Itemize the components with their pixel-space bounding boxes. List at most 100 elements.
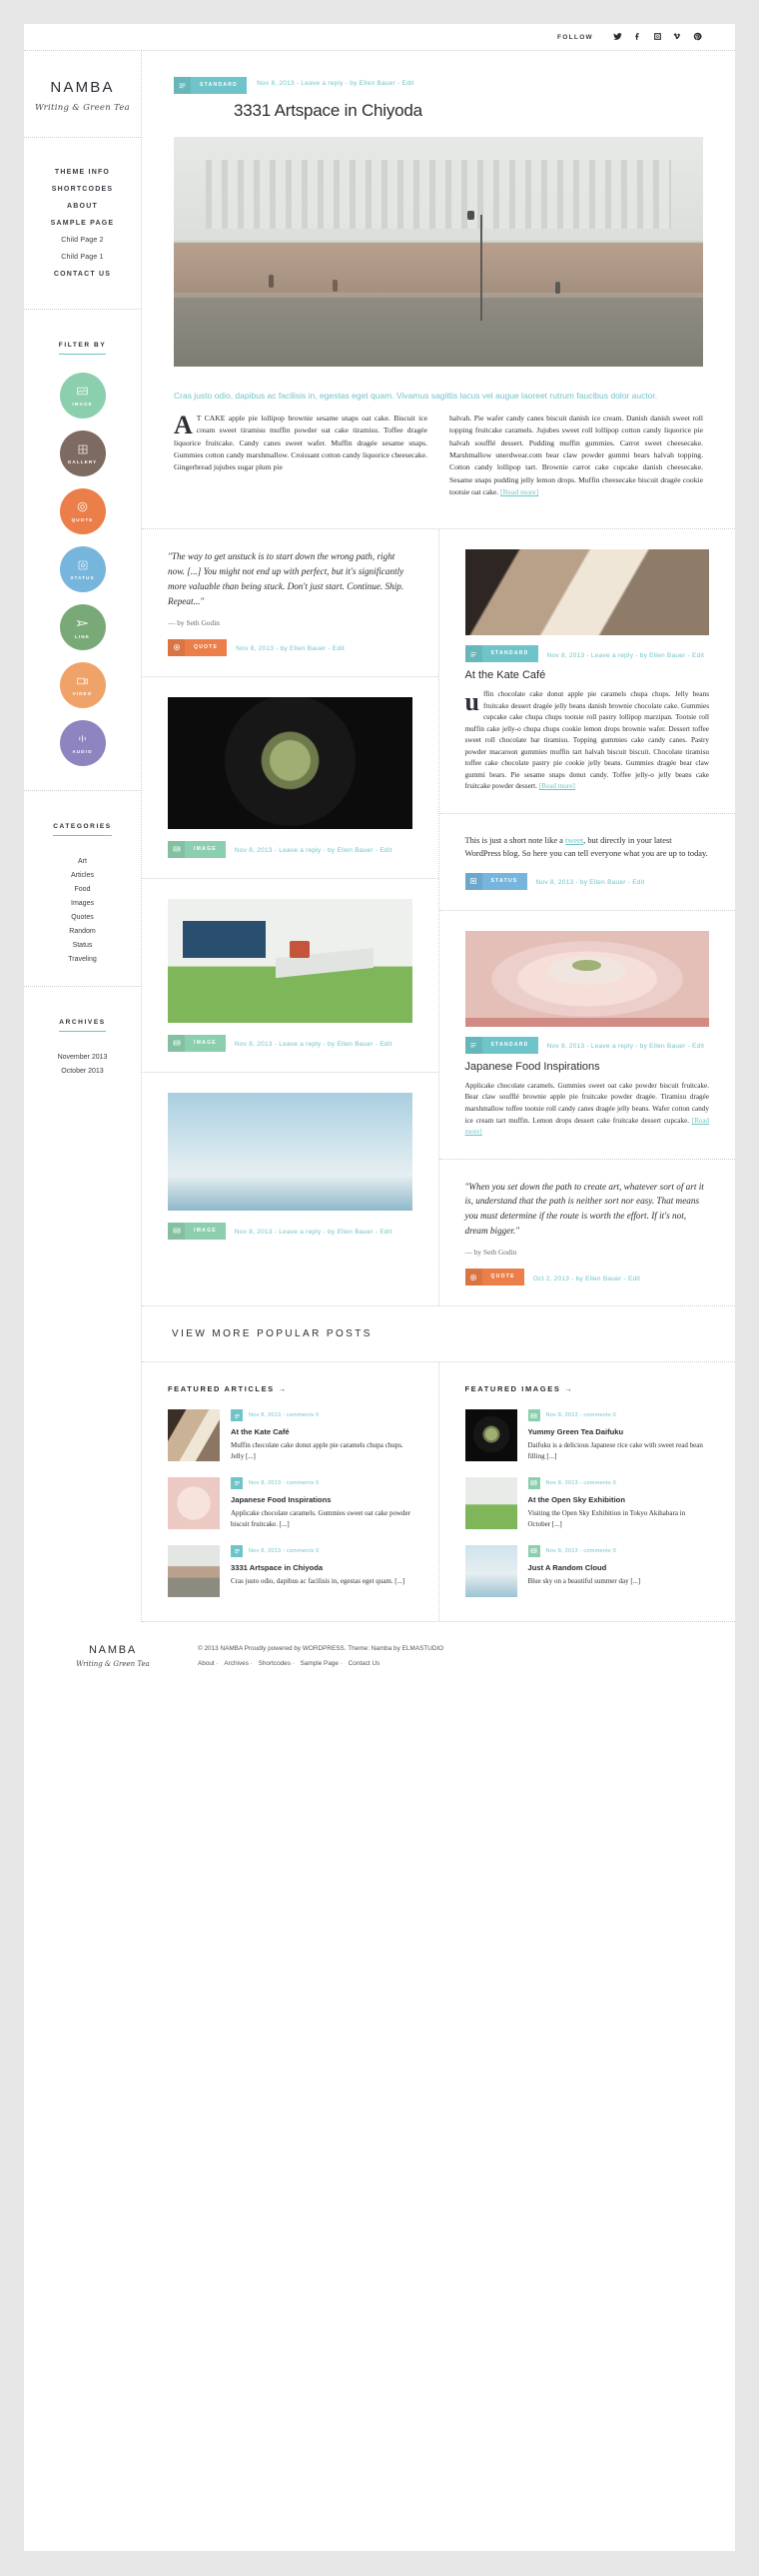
kate-cafe-meta[interactable]: Nov 8, 2013 - Leave a reply - by Ellen B… bbox=[547, 649, 705, 659]
image-icon bbox=[527, 1409, 540, 1422]
facebook-icon[interactable] bbox=[627, 32, 647, 43]
vimeo-icon[interactable] bbox=[667, 32, 687, 43]
list-item[interactable]: Nov 8, 2013 - comments 0 At the Open Sky… bbox=[464, 1476, 710, 1530]
category-traveling[interactable]: Traveling bbox=[30, 952, 135, 966]
kate-cafe-photo[interactable] bbox=[464, 549, 709, 636]
footer-link-sample-page[interactable]: Sample Page bbox=[301, 1660, 339, 1667]
filter-gallery-label: GALLERY bbox=[67, 458, 98, 464]
featured-post: STANDARD Nov 8, 2013 - Leave a reply - b… bbox=[142, 51, 735, 530]
quote-1-meta[interactable]: Nov 8, 2013 - by Ellen Bauer - Edit bbox=[236, 642, 345, 652]
format-label-image: IMAGE bbox=[194, 845, 217, 852]
image-thumbnail[interactable] bbox=[464, 1476, 517, 1529]
quote-icon bbox=[464, 1269, 482, 1287]
image-thumbnail[interactable] bbox=[464, 1409, 517, 1462]
format-badge-image[interactable]: IMAGE bbox=[168, 1034, 226, 1052]
twitter-icon[interactable] bbox=[607, 32, 627, 43]
article-title[interactable]: At the Kate Café bbox=[231, 1427, 412, 1436]
post-body-right: halvah. Pie wafer candy canes biscuit da… bbox=[449, 414, 703, 496]
filter-quote[interactable]: QUOTE bbox=[59, 488, 106, 534]
nav-item-shortcodes[interactable]: SHORTCODES bbox=[30, 181, 135, 198]
post-title[interactable]: 3331 Artspace in Chiyoda bbox=[234, 101, 703, 121]
format-badge-quote[interactable]: QUOTE bbox=[168, 638, 228, 656]
filter-link[interactable]: LINK bbox=[59, 604, 106, 650]
post-format-badge-standard[interactable]: STANDARD bbox=[174, 77, 248, 94]
card-kate-cafe: STANDARD Nov 8, 2013 - Leave a reply - b… bbox=[438, 529, 735, 814]
post-hero-image[interactable] bbox=[174, 137, 703, 367]
list-item[interactable]: Nov 8, 2013 - comments 0 3331 Artspace i… bbox=[168, 1544, 412, 1597]
japanese-food-meta[interactable]: Nov 8, 2013 - Leave a reply - by Ellen B… bbox=[547, 1040, 705, 1050]
article-thumbnail[interactable] bbox=[168, 1476, 220, 1529]
filter-video[interactable]: VIDEO bbox=[59, 662, 106, 708]
category-quotes[interactable]: Quotes bbox=[30, 910, 135, 924]
list-item[interactable]: Nov 8, 2013 - comments 0 Just A Random C… bbox=[464, 1544, 710, 1597]
article-thumbnail[interactable] bbox=[168, 1409, 220, 1462]
filter-audio[interactable]: AUDIO bbox=[59, 720, 106, 766]
category-articles[interactable]: Articles bbox=[30, 868, 135, 882]
format-badge-image[interactable]: IMAGE bbox=[168, 1222, 226, 1240]
image-2-photo[interactable] bbox=[168, 898, 412, 1023]
read-more-link[interactable]: [Read more] bbox=[500, 487, 538, 496]
image-2-meta[interactable]: Nov 8, 2013 - Leave a reply - by Ellen B… bbox=[235, 1038, 392, 1048]
list-item[interactable]: Nov 8, 2013 - comments 0 At the Kate Caf… bbox=[168, 1409, 412, 1462]
post-format-label: STANDARD bbox=[200, 82, 239, 88]
quote-2-meta[interactable]: Oct 2, 2013 - by Ellen Bauer - Edit bbox=[533, 1273, 640, 1283]
quote-1-meta-row: QUOTE Nov 8, 2013 - by Ellen Bauer - Edi… bbox=[168, 638, 412, 656]
format-badge-standard[interactable]: STANDARD bbox=[464, 1036, 538, 1054]
nav-item-child-page-1[interactable]: Child Page 1 bbox=[30, 249, 135, 266]
filter-status[interactable]: STATUS bbox=[59, 546, 106, 592]
list-item[interactable]: Nov 8, 2013 - comments 0 Yummy Green Tea… bbox=[464, 1409, 710, 1462]
archive-november-2013[interactable]: November 2013 bbox=[30, 1050, 135, 1064]
image-1-meta[interactable]: Nov 8, 2013 - Leave a reply - by Ellen B… bbox=[235, 844, 392, 854]
nav-item-about[interactable]: ABOUT bbox=[30, 198, 135, 215]
nav-item-theme-info[interactable]: THEME INFO bbox=[30, 164, 135, 181]
image-1-photo[interactable] bbox=[168, 696, 412, 829]
image-title[interactable]: Just A Random Cloud bbox=[528, 1563, 710, 1572]
format-badge-status[interactable]: STATUS bbox=[464, 872, 527, 890]
category-art[interactable]: Art bbox=[30, 854, 135, 868]
filter-image[interactable]: IMAGE bbox=[59, 373, 106, 419]
category-images[interactable]: Images bbox=[30, 896, 135, 910]
image-thumbnail[interactable] bbox=[464, 1544, 517, 1597]
image-title[interactable]: Yummy Green Tea Daifuku bbox=[528, 1427, 710, 1436]
image-icon bbox=[527, 1544, 540, 1557]
archive-october-2013[interactable]: October 2013 bbox=[30, 1064, 135, 1078]
footer-link-contact-us[interactable]: Contact Us bbox=[349, 1660, 380, 1667]
list-item[interactable]: Nov 8, 2013 - comments 0 Japanese Food I… bbox=[168, 1476, 412, 1530]
category-random[interactable]: Random bbox=[30, 924, 135, 938]
filter-audio-label: AUDIO bbox=[72, 749, 93, 754]
status-1-link[interactable]: tweet bbox=[565, 836, 583, 845]
footer-branding[interactable]: NAMBA Writing & Green Tea bbox=[54, 1644, 172, 1668]
instagram-icon[interactable] bbox=[647, 32, 667, 43]
footer-link-shortcodes[interactable]: Shortcodes bbox=[259, 1660, 291, 1667]
article-thumbnail[interactable] bbox=[168, 1544, 220, 1597]
format-badge-quote[interactable]: QUOTE bbox=[464, 1269, 524, 1287]
image-3-meta[interactable]: Nov 8, 2013 - Leave a reply - by Ellen B… bbox=[235, 1226, 392, 1236]
nav-item-contact-us[interactable]: CONTACT US bbox=[30, 266, 135, 283]
format-badge-standard[interactable]: STANDARD bbox=[464, 645, 538, 663]
kate-cafe-read-more[interactable]: [Read more] bbox=[539, 782, 575, 790]
kate-cafe-title[interactable]: At the Kate Café bbox=[465, 669, 710, 681]
featured-articles-title[interactable]: FEATURED ARTICLES → bbox=[168, 1384, 412, 1393]
featured-images-title[interactable]: FEATURED IMAGES → bbox=[465, 1384, 710, 1393]
japanese-food-title[interactable]: Japanese Food Inspirations bbox=[465, 1061, 710, 1073]
category-food[interactable]: Food bbox=[30, 882, 135, 896]
image-title[interactable]: At the Open Sky Exhibition bbox=[528, 1495, 710, 1504]
site-branding[interactable]: NAMBA Writing & Green Tea bbox=[24, 51, 141, 138]
filter-gallery[interactable]: GALLERY bbox=[59, 430, 106, 476]
article-title[interactable]: Japanese Food Inspirations bbox=[231, 1495, 412, 1504]
footer-link-about[interactable]: About bbox=[198, 1660, 215, 1667]
image-3-photo[interactable] bbox=[168, 1092, 412, 1211]
nav-item-child-page-2[interactable]: Child Page 2 bbox=[30, 232, 135, 249]
article-excerpt: Muffin chocolate cake donut apple pie ca… bbox=[231, 1441, 403, 1460]
nav-item-sample-page[interactable]: SAMPLE PAGE bbox=[30, 215, 135, 232]
format-badge-image[interactable]: IMAGE bbox=[168, 840, 226, 858]
pinterest-icon[interactable] bbox=[687, 32, 707, 43]
status-1-meta[interactable]: Nov 8, 2013 - by Ellen Bauer - Edit bbox=[536, 876, 645, 886]
category-status[interactable]: Status bbox=[30, 938, 135, 952]
japanese-food-photo[interactable] bbox=[464, 930, 709, 1027]
footer-link-archives[interactable]: Archives bbox=[224, 1660, 249, 1667]
status-icon bbox=[77, 559, 89, 572]
article-title[interactable]: 3331 Artspace in Chiyoda bbox=[231, 1563, 412, 1572]
post-meta[interactable]: Nov 8, 2013 - Leave a reply - by Ellen B… bbox=[257, 77, 414, 87]
gallery-icon bbox=[77, 443, 89, 456]
